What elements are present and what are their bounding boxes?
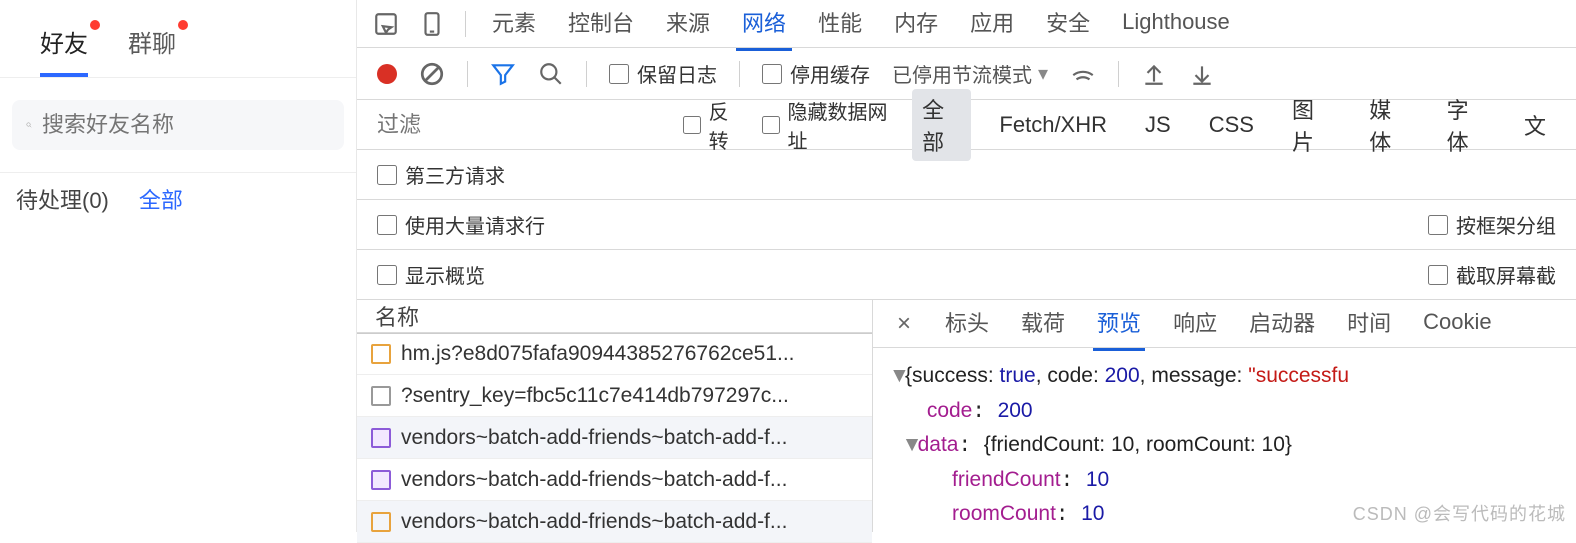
tab-console[interactable]: 控制台	[562, 0, 640, 51]
close-icon[interactable]: ×	[891, 310, 917, 338]
large-rows-checkbox[interactable]: 使用大量请求行	[377, 210, 545, 239]
filter-type-fetch[interactable]: Fetch/XHR	[989, 108, 1117, 142]
request-list: 名称 hm.js?e8d075fafa90944385276762ce51...…	[357, 300, 873, 532]
request-name: hm.js?e8d075fafa90944385276762ce51...	[401, 342, 795, 366]
column-name[interactable]: 名称	[357, 300, 872, 333]
network-split: 名称 hm.js?e8d075fafa90944385276762ce51...…	[357, 300, 1576, 532]
filter-bar: 反转 隐藏数据网址 全部 Fetch/XHR JS CSS 图片 媒体 字体 文	[357, 100, 1576, 150]
tab-performance[interactable]: 性能	[812, 0, 868, 51]
divider	[739, 61, 740, 87]
filter-type-js[interactable]: JS	[1135, 108, 1181, 142]
preserve-log-label: 保留日志	[637, 59, 717, 88]
download-icon[interactable]	[1189, 61, 1215, 87]
request-row[interactable]: hm.js?e8d075fafa90944385276762ce51...	[357, 333, 872, 375]
group-by-frame-checkbox[interactable]: 按框架分组	[1428, 210, 1556, 239]
tab-elements[interactable]: 元素	[486, 0, 542, 51]
disable-cache-label: 停用缓存	[790, 59, 870, 88]
preserve-log-checkbox[interactable]: 保留日志	[609, 59, 717, 88]
filter-input[interactable]	[377, 112, 665, 138]
filter-bar-2: 第三方请求	[357, 150, 1576, 200]
tab-memory[interactable]: 内存	[888, 0, 944, 51]
device-icon[interactable]	[419, 11, 445, 37]
dtab-initiator[interactable]: 启动器	[1245, 296, 1319, 351]
network-conditions-icon[interactable]	[1070, 61, 1096, 87]
request-name: vendors~batch-add-friends~batch-add-f...	[401, 426, 787, 450]
filter-all[interactable]: 全部	[139, 183, 183, 215]
js-file-icon	[371, 512, 391, 532]
tab-network[interactable]: 网络	[736, 0, 792, 51]
dtab-timing[interactable]: 时间	[1343, 296, 1395, 351]
devtools-panel: 元素 控制台 来源 网络 性能 内存 应用 安全 Lighthouse 保留日志…	[357, 0, 1576, 532]
chevron-down-icon: ▾	[1038, 61, 1048, 86]
divider	[465, 11, 466, 37]
detail-tabs: × 标头 载荷 预览 响应 启动器 时间 Cookie	[873, 300, 1576, 348]
json-preview[interactable]: ▼{success: true, code: 200, message: "su…	[873, 348, 1576, 532]
search-input[interactable]	[42, 112, 330, 138]
tab-friends[interactable]: 好友	[40, 24, 88, 77]
tab-lighthouse[interactable]: Lighthouse	[1116, 0, 1236, 48]
filter-type-doc[interactable]: 文	[1514, 105, 1556, 145]
request-detail: × 标头 载荷 预览 响应 启动器 时间 Cookie ▼{success: t…	[873, 300, 1576, 532]
show-overview-checkbox[interactable]: 显示概览	[377, 260, 485, 289]
js-file-icon	[371, 344, 391, 364]
app-sidebar: 好友 群聊 待处理(0) 全部	[0, 0, 357, 532]
request-row[interactable]: vendors~batch-add-friends~batch-add-f...	[357, 417, 872, 459]
upload-icon[interactable]	[1141, 61, 1167, 87]
filter-pending[interactable]: 待处理(0)	[16, 183, 109, 215]
badge-dot-icon	[90, 20, 100, 30]
clear-icon[interactable]	[419, 61, 445, 87]
request-row[interactable]: vendors~batch-add-friends~batch-add-f...	[357, 459, 872, 501]
search-icon[interactable]	[538, 61, 564, 87]
tab-groups[interactable]: 群聊	[128, 24, 176, 77]
app-filter-row: 待处理(0) 全部	[0, 173, 356, 225]
request-row[interactable]: vendors~batch-add-friends~batch-add-f...	[357, 501, 872, 543]
tab-security[interactable]: 安全	[1040, 0, 1096, 51]
devtools-main-tabs: 元素 控制台 来源 网络 性能 内存 应用 安全 Lighthouse	[357, 0, 1576, 48]
dtab-headers[interactable]: 标头	[941, 296, 993, 351]
divider	[467, 61, 468, 87]
request-row[interactable]: ?sentry_key=fbc5c11c7e414db797297c...	[357, 375, 872, 417]
filter-icon[interactable]	[490, 61, 516, 87]
search-icon	[26, 114, 32, 136]
settings-row-1: 使用大量请求行 按框架分组	[357, 200, 1576, 250]
inspect-icon[interactable]	[373, 11, 399, 37]
settings-row-2: 显示概览 截取屏幕截	[357, 250, 1576, 300]
divider	[0, 77, 356, 78]
doc-file-icon	[371, 386, 391, 406]
css-file-icon	[371, 470, 391, 490]
throttling-label: 已停用节流模式	[892, 59, 1032, 88]
tab-groups-label: 群聊	[128, 31, 176, 58]
dtab-cookies[interactable]: Cookie	[1419, 299, 1495, 348]
dtab-preview[interactable]: 预览	[1093, 296, 1145, 351]
dtab-payload[interactable]: 载荷	[1017, 296, 1069, 351]
record-button[interactable]	[377, 64, 397, 84]
filter-type-css[interactable]: CSS	[1199, 108, 1264, 142]
request-name: vendors~batch-add-friends~batch-add-f...	[401, 468, 787, 492]
hide-data-urls-checkbox[interactable]: 隐藏数据网址	[762, 96, 894, 154]
request-name: ?sentry_key=fbc5c11c7e414db797297c...	[401, 384, 789, 408]
invert-checkbox[interactable]: 反转	[683, 96, 744, 154]
search-box[interactable]	[12, 100, 344, 150]
third-party-checkbox[interactable]: 第三方请求	[377, 160, 505, 189]
disable-cache-checkbox[interactable]: 停用缓存	[762, 59, 870, 88]
css-file-icon	[371, 428, 391, 448]
tab-sources[interactable]: 来源	[660, 0, 716, 51]
tab-application[interactable]: 应用	[964, 0, 1020, 51]
request-name: vendors~batch-add-friends~batch-add-f...	[401, 510, 787, 534]
dtab-response[interactable]: 响应	[1169, 296, 1221, 351]
divider	[1118, 61, 1119, 87]
throttling-select[interactable]: 已停用节流模式 ▾	[892, 59, 1048, 88]
capture-screenshots-checkbox[interactable]: 截取屏幕截	[1428, 260, 1556, 289]
badge-dot-icon	[178, 20, 188, 30]
app-tabs: 好友 群聊	[0, 0, 356, 77]
tab-friends-label: 好友	[40, 31, 88, 58]
divider	[586, 61, 587, 87]
